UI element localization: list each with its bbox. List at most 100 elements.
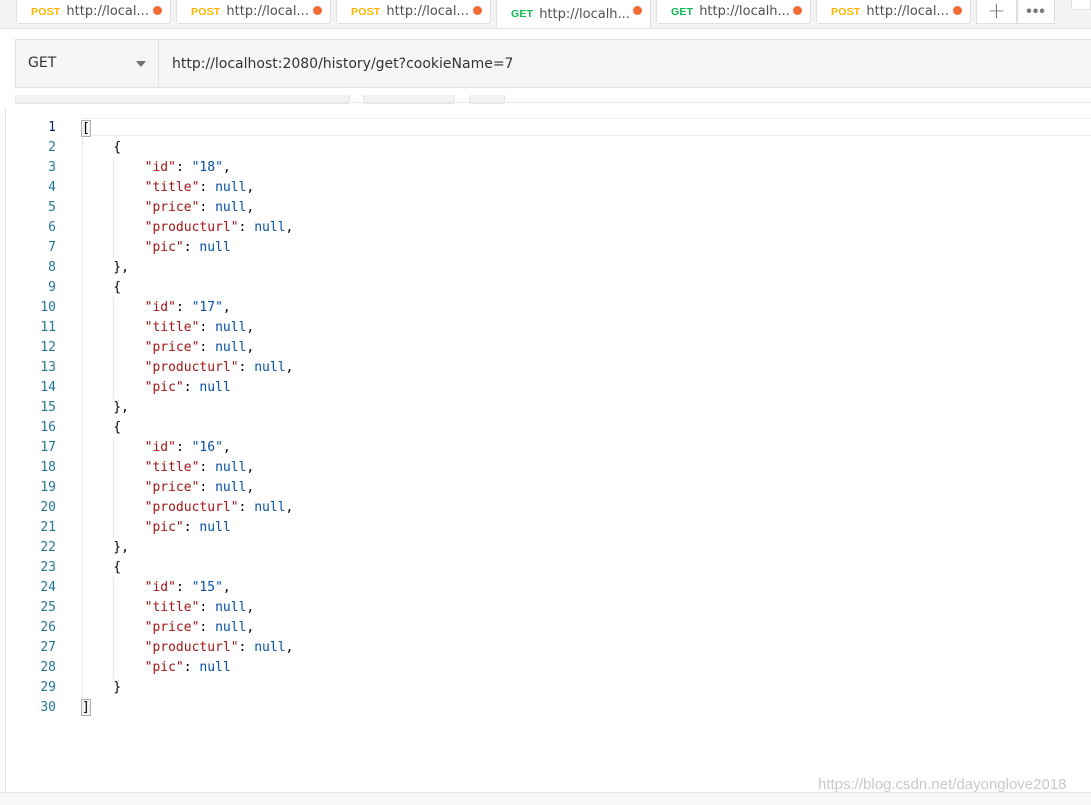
code-line: 4 "title": null, [0, 178, 1091, 198]
json-value: null [199, 660, 231, 675]
line-content: "title": null, [82, 460, 255, 475]
json-punctuation: : [238, 360, 255, 375]
line-content: } [82, 680, 121, 695]
json-key: "producturl" [144, 220, 239, 235]
more-horizontal-icon[interactable]: ••• [1017, 0, 1055, 24]
json-key: "producturl" [144, 640, 239, 655]
tab-url: http://local... [226, 4, 309, 19]
tab-url: http://local... [386, 4, 469, 19]
url-input[interactable] [159, 40, 1090, 87]
line-content: }, [82, 260, 129, 275]
tab-method: GET [511, 8, 534, 20]
json-punctuation: : [238, 500, 255, 515]
unsaved-dot-icon [953, 6, 962, 15]
request-tab[interactable]: POST http://local... [336, 0, 491, 24]
code-line: 29 } [0, 678, 1091, 698]
json-key: "price" [144, 200, 200, 215]
code-line: 17 "id": "16", [0, 438, 1091, 458]
json-key: "id" [144, 160, 176, 175]
request-bar: GET [15, 39, 1091, 88]
line-content: "title": null, [82, 180, 255, 195]
request-tab[interactable]: GET http://localh... [496, 0, 651, 28]
json-punctuation: : [199, 620, 216, 635]
line-number: 18 [40, 460, 56, 475]
request-tab[interactable]: POST http://local... [176, 0, 331, 24]
json-punctuation: , [222, 160, 231, 175]
json-punctuation: : [183, 240, 200, 255]
request-tab[interactable]: POST http://local... [16, 0, 171, 24]
line-number: 6 [48, 220, 56, 235]
line-content: "title": null, [82, 600, 255, 615]
line-number: 22 [40, 540, 56, 555]
line-number: 21 [40, 520, 56, 535]
json-punctuation: }, [82, 540, 129, 555]
json-punctuation: : [183, 380, 200, 395]
json-punctuation: }, [82, 400, 129, 415]
json-punctuation: [ [81, 120, 91, 137]
json-punctuation: : [183, 520, 200, 535]
json-punctuation: { [82, 280, 122, 295]
json-punctuation: : [175, 160, 192, 175]
json-key: "id" [144, 580, 176, 595]
json-punctuation: , [222, 300, 231, 315]
tab-method: POST [351, 5, 381, 18]
watermark: https://blog.csdn.net/dayonglove2018 [818, 776, 1067, 793]
json-punctuation: : [199, 460, 216, 475]
request-tab[interactable]: POST http://local... [816, 0, 971, 24]
json-value: null [254, 360, 286, 375]
code-line: 6 "producturl": null, [0, 218, 1091, 238]
tab-method: POST [191, 5, 221, 18]
line-content: { [82, 280, 121, 295]
json-value: null [215, 460, 247, 475]
json-key: "id" [144, 440, 176, 455]
json-punctuation: { [82, 420, 122, 435]
json-key: "producturl" [144, 500, 239, 515]
json-punctuation: : [175, 580, 192, 595]
line-content: "price": null, [82, 340, 255, 355]
json-punctuation: : [183, 660, 200, 675]
plus-icon[interactable]: + [976, 0, 1017, 24]
line-number: 9 [48, 280, 56, 295]
code-line: 12 "price": null, [0, 338, 1091, 358]
tab-method: GET [671, 5, 694, 18]
line-number: 19 [40, 480, 56, 495]
line-content: "id": "15", [82, 580, 231, 595]
json-punctuation: : [199, 320, 216, 335]
json-key: "title" [144, 180, 200, 195]
json-punctuation: , [222, 580, 231, 595]
indent-guide [113, 438, 115, 538]
json-value: null [215, 200, 247, 215]
json-punctuation: , [285, 500, 294, 515]
json-key: "price" [144, 480, 200, 495]
indent-guide [113, 578, 115, 678]
json-value: "16" [191, 440, 223, 455]
line-number: 1 [48, 120, 56, 135]
line-content: [ [81, 120, 91, 137]
line-content: "pic": null [82, 520, 231, 535]
tab-method: POST [831, 5, 861, 18]
line-number: 13 [40, 360, 56, 375]
code-line: 11 "title": null, [0, 318, 1091, 338]
code-line: 15 }, [0, 398, 1091, 418]
json-value: null [215, 320, 247, 335]
json-punctuation: , [246, 460, 255, 475]
tab-bar: POST http://local... POST http://local... PO… [0, 0, 1091, 29]
unsaved-dot-icon [633, 6, 642, 15]
request-tab[interactable]: GET http://localh... [656, 0, 811, 24]
code-line: 5 "price": null, [0, 198, 1091, 218]
json-punctuation: , [246, 320, 255, 335]
json-value: null [215, 480, 247, 495]
json-punctuation: }, [82, 260, 129, 275]
code-line: 25 "title": null, [0, 598, 1091, 618]
json-punctuation: { [82, 140, 122, 155]
method-dropdown[interactable]: GET [16, 40, 159, 87]
window-control[interactable] [1071, 0, 1091, 10]
code-line: 14 "pic": null [0, 378, 1091, 398]
json-value: "15" [191, 580, 223, 595]
tab-method: POST [31, 5, 61, 18]
json-key: "title" [144, 600, 200, 615]
json-punctuation: , [246, 340, 255, 355]
line-number: 27 [40, 640, 56, 655]
json-punctuation: , [246, 200, 255, 215]
indent-guide [113, 298, 115, 398]
